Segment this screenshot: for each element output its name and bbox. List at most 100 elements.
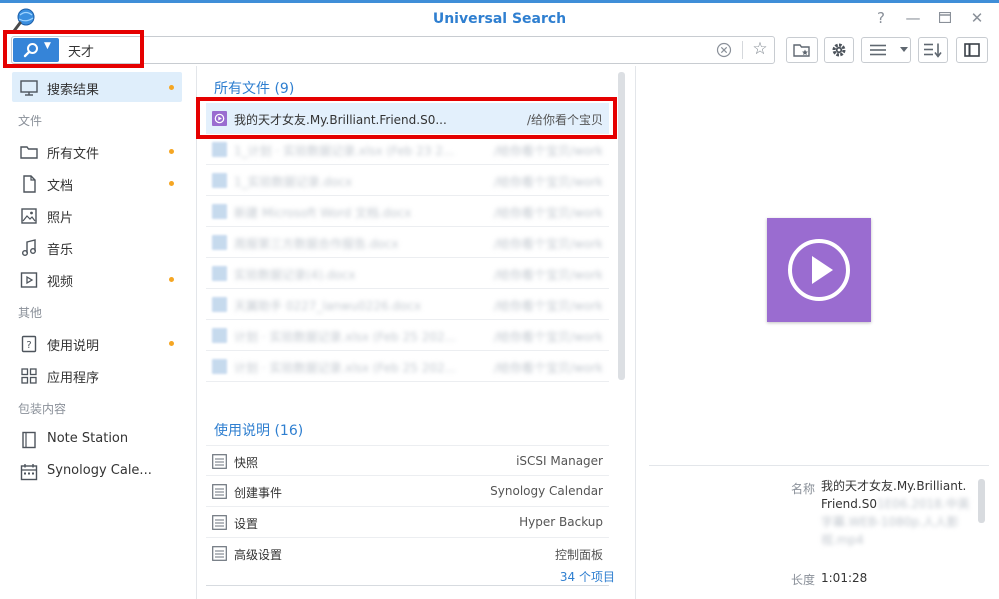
toggle-preview-button[interactable] [956, 37, 988, 63]
window-title: Universal Search [432, 11, 567, 27]
result-name: 周报第三方数据合作报告.docx [234, 237, 399, 251]
result-name: 高级设置 [234, 548, 283, 562]
close-icon[interactable]: ✕ [969, 9, 985, 27]
view-mode-button[interactable] [861, 37, 911, 63]
sidebar-item-videos[interactable]: 视频 [12, 264, 182, 294]
favorite-star-icon[interactable]: ☆ [750, 39, 770, 59]
table-row[interactable]: 计划 · 实验数据记录.xlsx (Feb 25 202... /给你看个宝贝/… [206, 351, 609, 382]
document-icon [23, 175, 36, 193]
document-file-icon [212, 266, 227, 281]
sidebar-item-all-files[interactable]: 所有文件 [12, 136, 182, 166]
settings-button[interactable] [824, 37, 854, 63]
sidebar-item-search-results[interactable]: 搜索结果 [12, 72, 182, 102]
results-scrollbar[interactable] [618, 72, 625, 380]
table-row[interactable]: 快照 iSCSI Manager [206, 445, 609, 476]
folder-icon [20, 146, 38, 159]
help-article-icon [212, 546, 227, 561]
video-thumbnail[interactable] [767, 218, 871, 322]
sidebar-item-label: 视频 [47, 275, 74, 290]
table-row[interactable]: 1_实验数据记录.docx /给你看个宝贝/work [206, 165, 609, 196]
title-bar: Universal Search ? — ✕ [0, 0, 999, 36]
table-row[interactable]: 实验数据记录(4).docx /给你看个宝贝/work [206, 258, 609, 289]
sort-button[interactable] [918, 37, 948, 63]
results-bottom-divider [206, 585, 609, 586]
preview-pane-icon [964, 43, 980, 57]
document-file-icon [212, 235, 227, 250]
sidebar-item-label: Note Station [47, 431, 129, 446]
document-file-icon [212, 328, 227, 343]
sidebar-item-help[interactable]: ? 使用说明 [12, 328, 182, 358]
table-row[interactable]: 新建 Microsoft Word 文档.docx /给你看个宝贝/work [206, 196, 609, 227]
result-name: 1_计划 · 实验数据记录.xlsx (Feb 23 2... [234, 144, 455, 158]
results-panel: 所有文件 (9) 我的天才女友.My.Brilliant.Friend.S0..… [198, 66, 636, 599]
sidebar-item-label: 所有文件 [47, 147, 100, 162]
help-article-icon [212, 454, 227, 469]
result-name: 计划 · 实验数据记录.xlsx (Feb 25 202... [234, 361, 457, 375]
sidebar-item-label: 使用说明 [47, 339, 100, 354]
table-row[interactable]: 设置 Hyper Backup [206, 507, 609, 538]
sidebar-item-label: 搜索结果 [47, 83, 100, 98]
sidebar-heading-files: 文件 [18, 114, 43, 128]
folder-star-icon [793, 44, 810, 57]
search-input[interactable] [68, 40, 708, 60]
sidebar-item-synology-calendar[interactable]: Synology Cale... [12, 456, 182, 486]
sidebar: 搜索结果 文件 所有文件 文档 照片 音乐 视频 其他 ? 使用说明 应用程序 … [0, 66, 197, 599]
table-row[interactable]: 创建事件 Synology Calendar [206, 476, 609, 507]
sidebar-item-music[interactable]: 音乐 [12, 232, 182, 262]
result-path: /给你看个宝贝/work [493, 175, 603, 189]
document-file-icon [212, 173, 227, 188]
sidebar-item-photos[interactable]: 照片 [12, 200, 182, 230]
chevron-down-icon [900, 47, 908, 52]
result-app: 控制面板 [554, 548, 603, 562]
clear-search-icon[interactable] [715, 41, 733, 59]
preview-scrollbar[interactable] [978, 479, 985, 523]
gear-icon [832, 43, 846, 57]
table-row[interactable]: 周报第三方数据合作报告.docx /给你看个宝贝/work [206, 227, 609, 258]
table-row[interactable]: 高级设置 控制面板 [206, 538, 609, 562]
music-note-icon [22, 239, 36, 256]
result-name: 天翼助手 0227_lanwu0226.docx [234, 299, 422, 313]
document-file-icon [212, 359, 227, 374]
help-icon[interactable]: ? [873, 9, 889, 27]
result-path: /给你看个宝贝/work [493, 268, 603, 282]
document-file-icon [212, 297, 227, 312]
result-name: 新建 Microsoft Word 文档.docx [234, 206, 412, 220]
sidebar-item-applications[interactable]: 应用程序 [12, 360, 182, 390]
unread-dot [169, 181, 174, 186]
calendar-icon [20, 464, 38, 481]
video-icon [20, 272, 38, 288]
sidebar-item-label: 照片 [47, 211, 74, 226]
maximize-icon[interactable] [937, 9, 953, 27]
help-document-icon: ? [21, 335, 37, 353]
meta-label-duration: 长度 [791, 573, 816, 587]
help-article-icon [212, 484, 227, 499]
play-icon [788, 239, 850, 301]
sidebar-heading-package-content: 包装内容 [18, 402, 67, 416]
result-app: iSCSI Manager [516, 454, 603, 468]
result-name: 计划 · 实验数据记录.xlsx (Feb 25 202... [234, 330, 457, 344]
toolbar: ▼ ☆ [0, 36, 999, 66]
document-file-icon [212, 204, 227, 219]
sidebar-item-documents[interactable]: 文档 [12, 168, 182, 198]
sidebar-item-note-station[interactable]: Note Station [12, 424, 182, 454]
sidebar-item-label: Synology Cale... [47, 463, 152, 478]
unread-dot [169, 341, 174, 346]
svg-text:?: ? [26, 340, 31, 351]
table-row[interactable]: 计划 · 实验数据记录.xlsx (Feb 25 202... /给你看个宝贝/… [206, 320, 609, 351]
result-path: /给你看个宝贝/work [493, 299, 603, 313]
minimize-icon[interactable]: — [905, 9, 921, 27]
apps-grid-icon [21, 368, 37, 384]
sidebar-item-label: 应用程序 [47, 371, 100, 386]
save-search-button[interactable] [786, 37, 818, 63]
table-row[interactable]: 天翼助手 0227_lanwu0226.docx /给你看个宝贝/work [206, 289, 609, 320]
more-items-link[interactable]: 34 个项目 [560, 568, 615, 585]
list-menu-icon [870, 44, 886, 56]
meta-label-name: 名称 [791, 482, 816, 496]
preview-panel: 名称 我的天才女友.My.Brilliant.Friend.S01E06.201… [637, 66, 999, 599]
section-title-help: 使用说明 (16) [214, 423, 304, 439]
photo-icon [21, 208, 37, 224]
result-path: /给你看个宝贝/work [493, 206, 603, 220]
result-path: /给你看个宝贝/work [493, 237, 603, 251]
meta-value-duration: 1:01:28 [821, 571, 868, 585]
result-name: 1_实验数据记录.docx [234, 175, 353, 189]
